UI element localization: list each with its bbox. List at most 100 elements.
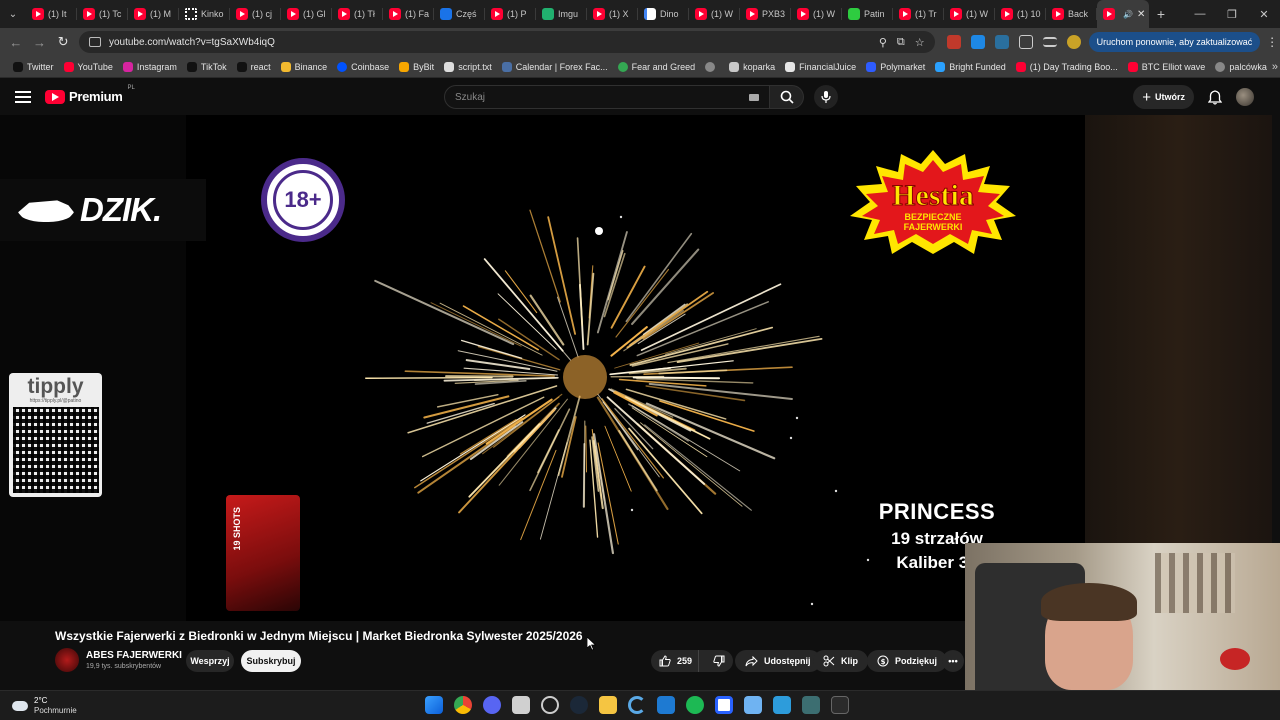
close-tab-icon[interactable]: ✕	[1137, 9, 1145, 20]
steam-icon[interactable]	[570, 696, 588, 714]
bookmark-item[interactable]: TikTok	[182, 61, 232, 72]
browser-tab[interactable]: (1) Gl	[281, 0, 332, 28]
channel-avatar[interactable]	[55, 648, 79, 672]
browser-tab[interactable]: Kinko	[179, 0, 230, 28]
extension-icon-translate[interactable]	[994, 35, 1009, 49]
browser-app-icon[interactable]	[541, 696, 559, 714]
bookmark-item[interactable]: script.txt	[439, 61, 497, 72]
bookmark-item[interactable]: Bright Funded	[930, 61, 1011, 72]
account-avatar[interactable]	[1236, 88, 1254, 106]
channel-name[interactable]: ABES FAJERWERKI	[86, 650, 182, 661]
keyboard-icon[interactable]	[749, 94, 759, 101]
bookmark-item[interactable]: BTC Elliot wave	[1123, 61, 1211, 72]
profile-avatar-icon[interactable]	[1066, 35, 1081, 49]
extension-icon-blue[interactable]	[970, 35, 985, 49]
browser-tab[interactable]: (1) Tr	[893, 0, 944, 28]
browser-tab[interactable]: Imgu	[536, 0, 587, 28]
discord-icon[interactable]	[483, 696, 501, 714]
browser-tab[interactable]: Częś	[434, 0, 485, 28]
weather-widget[interactable]: 2°C Pochmurnie	[12, 696, 77, 716]
new-tab-button[interactable]: +	[1149, 0, 1173, 28]
browser-tab[interactable]: (1) Tł	[332, 0, 383, 28]
notifications-bell-icon[interactable]	[1208, 89, 1222, 105]
browser-tab[interactable]: PXB3	[740, 0, 791, 28]
back-button[interactable]: ←	[4, 28, 28, 56]
bookmark-item[interactable]: Polymarket	[861, 61, 930, 72]
bookmark-item[interactable]: YouTube	[59, 61, 118, 72]
clip-button[interactable]: Klip	[813, 650, 868, 672]
video-player[interactable]: DZIK. 18+ Hestia BEZPIECZNE FAJERWERKI t…	[0, 115, 1085, 621]
browser-tab[interactable]: (1) M	[128, 0, 179, 28]
spotify-icon[interactable]	[686, 696, 704, 714]
minimize-button[interactable]: —	[1184, 0, 1216, 28]
notepad-icon[interactable]	[744, 696, 762, 714]
bookmark-item[interactable]: koparka	[724, 61, 780, 72]
more-bookmarks-icon[interactable]: »	[1272, 61, 1278, 73]
audio-playing-icon[interactable]: 🔊	[1123, 10, 1133, 19]
browser-tab[interactable]: (1) W	[944, 0, 995, 28]
trading-app-icon[interactable]	[802, 696, 820, 714]
site-info-icon[interactable]	[88, 37, 101, 47]
support-button[interactable]: Wesprzyj	[186, 650, 234, 672]
browser-tab[interactable]: (1) W	[689, 0, 740, 28]
tool-app-icon[interactable]	[512, 696, 530, 714]
update-browser-button[interactable]: Uruchom ponownie, aby zaktualizować	[1088, 32, 1261, 52]
restore-button[interactable]: ❐	[1216, 0, 1248, 28]
browser-tab[interactable]: (1) cj	[230, 0, 281, 28]
address-bar[interactable]: youtube.com/watch?v=tgSaXWb4iqQ ⚲ ⧉ ☆	[78, 31, 935, 53]
refresh-app-icon[interactable]	[628, 696, 646, 714]
terminal-icon[interactable]	[831, 696, 849, 714]
chrome-icon[interactable]	[454, 696, 472, 714]
close-window-button[interactable]: ✕	[1248, 0, 1280, 28]
browser-tab[interactable]: (1) X	[587, 0, 638, 28]
voice-search-button[interactable]	[814, 85, 838, 109]
app-icon-blue[interactable]	[715, 696, 733, 714]
subscribe-button[interactable]: Subskrybuj	[241, 650, 301, 672]
guide-menu-icon[interactable]	[15, 90, 31, 103]
browser-tab[interactable]: (1) P	[485, 0, 536, 28]
bookmark-item[interactable]	[700, 61, 724, 72]
bookmark-star-icon[interactable]: ☆	[915, 36, 925, 49]
browser-menu-icon[interactable]: ⋮	[1264, 35, 1280, 49]
photos-icon[interactable]	[773, 696, 791, 714]
extensions-puzzle-icon[interactable]	[1018, 35, 1033, 49]
bookmark-item[interactable]: Fear and Greed	[613, 61, 701, 72]
browser-tab[interactable]: (1) Tc	[77, 0, 128, 28]
dislike-button[interactable]	[705, 655, 733, 667]
search-button[interactable]	[770, 85, 804, 109]
youtube-logo[interactable]: Premium PL	[45, 85, 135, 104]
bookmark-item[interactable]: Coinbase	[332, 61, 394, 72]
browser-tab[interactable]: (1) It	[26, 0, 77, 28]
cast-icon[interactable]: ⧉	[897, 36, 905, 49]
bookmark-item[interactable]: Calendar | Forex Fac...	[497, 61, 613, 72]
search-input[interactable]: Szukaj	[444, 85, 770, 109]
vscode-icon[interactable]	[657, 696, 675, 714]
tab-search-button[interactable]: ⌄	[0, 0, 26, 28]
browser-tab[interactable]: (1) 10	[995, 0, 1046, 28]
bookmark-item[interactable]: react	[232, 61, 276, 72]
bookmark-item[interactable]: ByBit	[394, 61, 439, 72]
reading-list-icon[interactable]	[1042, 37, 1057, 47]
more-actions-button[interactable]: •••	[942, 650, 964, 672]
browser-tab[interactable]: (1) W	[791, 0, 842, 28]
browser-tab[interactable]: (1) Fa	[383, 0, 434, 28]
bookmark-item[interactable]: Binance	[276, 61, 333, 72]
create-button[interactable]: + Utwórz	[1133, 85, 1194, 109]
browser-tab[interactable]: Dino	[638, 0, 689, 28]
reload-button[interactable]: ↻	[51, 28, 75, 56]
windows-start-icon[interactable]	[425, 696, 443, 714]
bookmark-item[interactable]: (1) Day Trading Boo...	[1011, 61, 1123, 72]
bookmark-item[interactable]: FinancialJuice	[780, 61, 861, 72]
browser-tab[interactable]: Patin	[842, 0, 893, 28]
like-button[interactable]: 259	[651, 650, 699, 672]
share-button[interactable]: Udostępnij	[735, 650, 821, 672]
file-explorer-icon[interactable]	[599, 696, 617, 714]
zoom-icon[interactable]: ⚲	[879, 36, 887, 49]
forward-button[interactable]: →	[28, 28, 52, 56]
bookmark-item[interactable]: palcówka	[1210, 61, 1272, 72]
thanks-button[interactable]: $ Podziękuj	[867, 650, 948, 672]
bookmark-item[interactable]: Instagram	[118, 61, 182, 72]
browser-tab[interactable]: Back	[1046, 0, 1097, 28]
browser-tab[interactable]: 🔊 ✕	[1097, 0, 1149, 28]
extension-icon-red[interactable]	[946, 35, 961, 49]
